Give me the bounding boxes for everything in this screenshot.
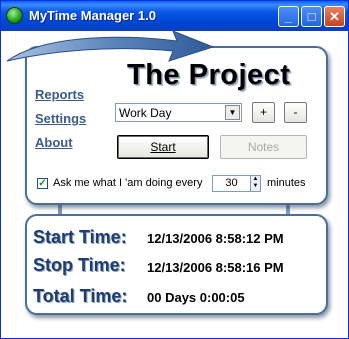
checkmark-icon: ✓ — [38, 178, 47, 189]
remove-activity-button[interactable]: - — [284, 102, 307, 123]
app-icon[interactable] — [6, 7, 23, 24]
reminder-checkbox[interactable]: ✓ — [37, 178, 48, 189]
total-time-value: 00 Days 0:00:05 — [147, 290, 245, 305]
interval-unit: minutes — [267, 177, 306, 189]
about-link[interactable]: About — [35, 135, 73, 150]
total-time-label: Total Time: — [33, 286, 128, 306]
app-window: MyTime Manager 1.0 _ □ ✕ The Project Rep… — [0, 0, 349, 339]
close-button[interactable]: ✕ — [324, 6, 345, 27]
stepper-down-icon[interactable]: ▼ — [251, 183, 260, 190]
minimize-button[interactable]: _ — [278, 6, 299, 27]
chevron-down-icon[interactable]: ▼ — [225, 105, 240, 120]
stop-time-value: 12/13/2006 8:58:16 PM — [147, 260, 284, 275]
add-activity-button[interactable]: + — [252, 102, 275, 123]
reminder-label: Ask me what I 'am doing every — [53, 177, 203, 189]
project-title: The Project — [127, 59, 291, 91]
start-time-label: Start Time: — [33, 227, 127, 247]
window-title: MyTime Manager 1.0 — [29, 8, 156, 23]
start-time-value: 12/13/2006 8:58:12 PM — [147, 231, 284, 246]
stop-time-label: Stop Time: — [33, 255, 126, 275]
activity-select[interactable]: Work Day ▼ — [115, 103, 242, 122]
activity-select-value: Work Day — [119, 106, 172, 120]
maximize-button[interactable]: □ — [301, 6, 322, 27]
notes-button[interactable]: Notes — [220, 135, 307, 159]
stepper-up-icon[interactable]: ▲ — [251, 176, 260, 183]
settings-link[interactable]: Settings — [35, 111, 86, 126]
start-button[interactable]: Start — [117, 135, 209, 159]
start-button-label: Start — [150, 140, 176, 154]
interval-input[interactable]: 30 — [212, 175, 251, 192]
interval-stepper[interactable]: ▲ ▼ — [250, 175, 261, 192]
reports-link[interactable]: Reports — [35, 87, 84, 102]
